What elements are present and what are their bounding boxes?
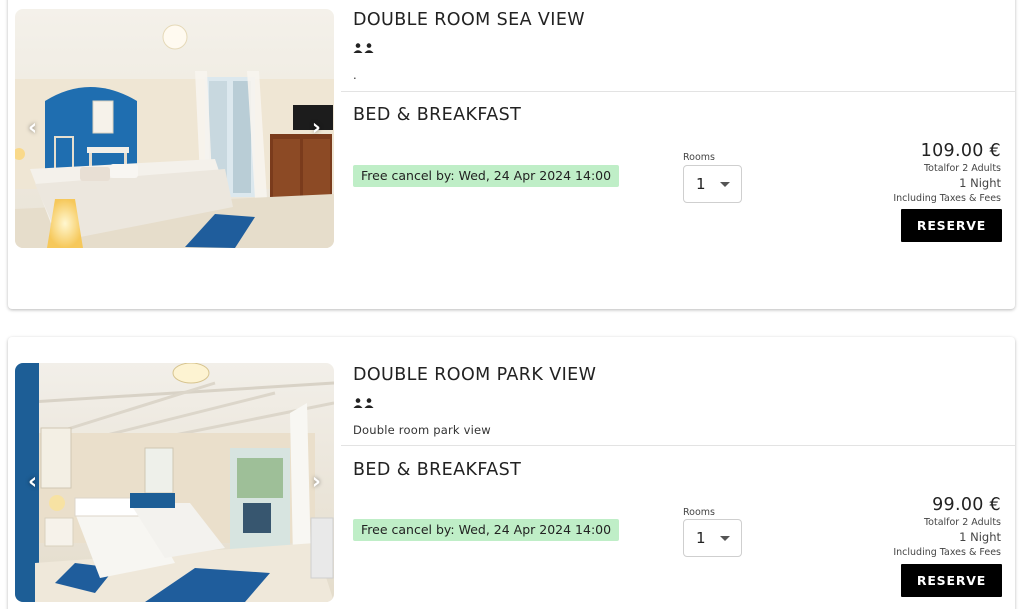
caret-down-icon — [720, 182, 730, 187]
free-cancel-badge: Free cancel by: Wed, 24 Apr 2024 14:00 — [353, 519, 620, 541]
room-card: ‹ › DOUBLE ROOM SEA VIEW . BED & BREAKFA… — [8, 0, 1015, 309]
taxes-label: Including Taxes & Fees — [893, 193, 1001, 204]
chevron-left-icon[interactable]: ‹ — [28, 115, 37, 140]
free-cancel-badge: Free cancel by: Wed, 24 Apr 2024 14:00 — [353, 165, 620, 187]
price-block: 99.00 € Totalfor 2 Adults 1 Night Includ… — [801, 494, 1001, 559]
total-for-label: Totalfor 2 Adults — [923, 163, 1001, 174]
chevron-right-icon[interactable]: › — [312, 115, 321, 140]
two-persons-icon — [353, 398, 374, 408]
chevron-left-icon[interactable]: ‹ — [28, 469, 37, 494]
caret-down-icon — [720, 536, 730, 541]
rooms-select[interactable]: 1 — [683, 165, 742, 203]
room-photo-carousel[interactable]: ‹ › — [15, 363, 334, 602]
rooms-label: Rooms — [683, 152, 716, 163]
two-persons-icon — [353, 43, 374, 53]
rooms-select-value: 1 — [696, 175, 706, 193]
room-photo-carousel[interactable]: ‹ › — [15, 9, 334, 248]
board-type: BED & BREAKFAST — [353, 460, 522, 480]
room-description: Double room park view — [353, 423, 491, 437]
room-title: DOUBLE ROOM SEA VIEW — [353, 10, 585, 30]
chevron-right-icon[interactable]: › — [312, 469, 321, 494]
divider — [341, 445, 1015, 446]
reserve-button[interactable]: RESERVE — [901, 564, 1002, 597]
rooms-select[interactable]: 1 — [683, 519, 742, 557]
nights-label: 1 Night — [959, 530, 1001, 544]
rooms-label: Rooms — [683, 507, 716, 518]
room-title: DOUBLE ROOM PARK VIEW — [353, 365, 597, 385]
price-block: 109.00 € Totalfor 2 Adults 1 Night Inclu… — [801, 140, 1001, 205]
price: 109.00 € — [920, 141, 1001, 161]
divider — [341, 91, 1015, 92]
nights-label: 1 Night — [959, 176, 1001, 190]
room-description: . — [353, 68, 357, 82]
room-photo-image — [15, 9, 334, 248]
total-for-label: Totalfor 2 Adults — [923, 517, 1001, 528]
rooms-select-value: 1 — [696, 529, 706, 547]
taxes-label: Including Taxes & Fees — [893, 547, 1001, 558]
room-card: ‹ › DOUBLE ROOM PARK VIEW Double room pa… — [8, 337, 1015, 609]
board-type: BED & BREAKFAST — [353, 105, 522, 125]
room-photo-image — [15, 363, 334, 602]
price: 99.00 € — [932, 495, 1001, 515]
reserve-button[interactable]: RESERVE — [901, 209, 1002, 242]
